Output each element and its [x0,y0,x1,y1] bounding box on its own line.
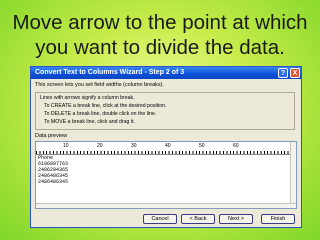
intro-text: This screen lets you set field widths (c… [35,82,164,88]
data-preview-label: Data preview [35,133,68,139]
instruction-delete: To DELETE a break line, double click on … [44,111,157,117]
data-preview[interactable]: 10 20 30 40 50 60 Phone 6106897763 24862… [35,141,297,209]
instruction-create: To CREATE a break line, click at the des… [44,103,167,109]
ruler-tick: 10 [63,143,69,149]
instruction-move: To MOVE a break line, click and drag it. [44,119,135,125]
vertical-scrollbar[interactable] [290,142,296,208]
ruler-tick: 60 [233,143,239,149]
back-button[interactable]: < Back [181,214,215,224]
horizontal-scrollbar[interactable] [36,203,296,208]
wizard-dialog: Convert Text to Columns Wizard - Step 2 … [30,66,302,228]
help-button[interactable]: ? [278,68,288,78]
ruler-tick: 30 [131,143,137,149]
ruler-tick: 40 [165,143,171,149]
slide-title: Move arrow to the point at which you wan… [12,11,308,59]
dialog-title: Convert Text to Columns Wizard - Step 2 … [35,69,185,76]
ruler-tick: 50 [199,143,205,149]
close-button[interactable]: X [290,68,300,78]
instructions-box: Lines with arrows signify a column break… [35,92,295,130]
column-ruler[interactable]: 10 20 30 40 50 60 [36,142,292,155]
ruler-tick: 20 [97,143,103,149]
finish-button[interactable]: Finish [261,214,295,224]
cancel-button[interactable]: Cancel [143,214,177,224]
preview-rows: Phone 6106897763 2486294365 2486486345 2… [38,155,68,185]
instructions-lead: Lines with arrows signify a column break… [40,95,135,101]
next-button[interactable]: Next > [219,214,253,224]
preview-row: 2486486345 [38,179,69,185]
dialog-titlebar[interactable]: Convert Text to Columns Wizard - Step 2 … [31,67,301,79]
